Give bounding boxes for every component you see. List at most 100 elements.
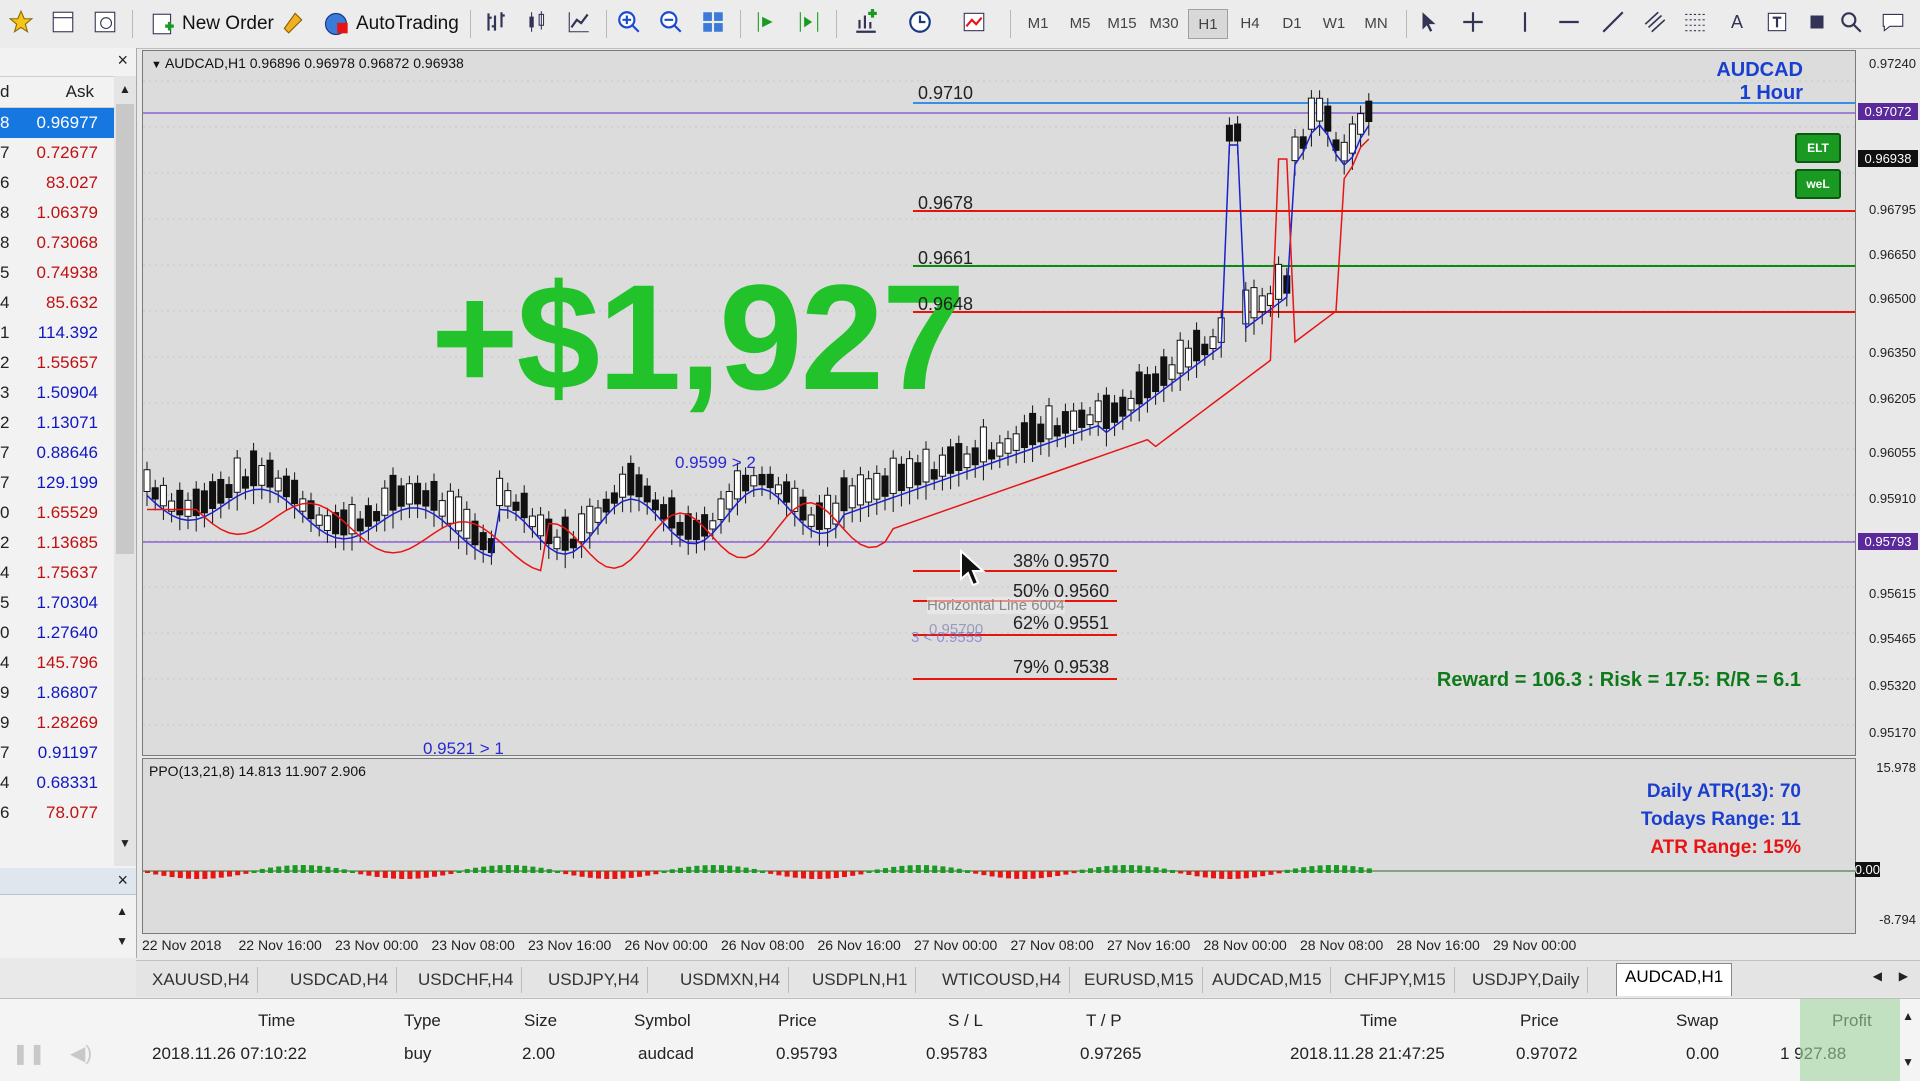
search-icon[interactable] <box>1836 7 1866 37</box>
candle-body <box>1250 287 1258 319</box>
tab-audcad-h1[interactable]: AUDCAD,H1 <box>1616 963 1733 996</box>
timeframe-m1-button[interactable]: M1 <box>1018 9 1058 39</box>
tab-usdjpy-daily[interactable]: USDJPY,Daily <box>1464 967 1589 993</box>
vertical-line-icon[interactable] <box>1510 7 1540 37</box>
tab-usdmxn-h4[interactable]: USDMXN,H4 <box>672 967 790 993</box>
tab-scroll-left-icon[interactable]: ◀ <box>1873 969 1882 983</box>
ppo-histogram-bar <box>514 865 519 873</box>
terminal-col-header[interactable]: Price <box>778 1011 817 1031</box>
ask-value: 0.91197 <box>37 743 98 762</box>
indicator-tick: 0.00 <box>1854 862 1880 877</box>
terminal-col-header[interactable]: Type <box>404 1011 441 1031</box>
tab-chfjpy-m15[interactable]: CHFJPY,M15 <box>1336 967 1455 993</box>
chart-shift-icon[interactable] <box>794 7 824 37</box>
terminal-col-header[interactable]: Time <box>1360 1011 1397 1031</box>
timeframe-m30-button[interactable]: M30 <box>1144 9 1184 39</box>
ask-column-header[interactable]: Ask <box>66 77 94 107</box>
tab-usdchf-h4[interactable]: USDCHF,H4 <box>410 967 523 993</box>
text-icon[interactable]: A <box>1722 7 1752 37</box>
equidistant-channel-icon[interactable] <box>1640 7 1670 37</box>
terminal-col-header[interactable]: Symbol <box>634 1011 691 1031</box>
scroll-up-icon[interactable]: ▲ <box>119 82 131 96</box>
terminal-scroll-down-icon[interactable]: ▼ <box>1902 1055 1914 1069</box>
bid-value: 7 <box>0 743 10 762</box>
ppo-indicator-pane[interactable]: PPO(13,21,8) 14.813 11.907 2.906 Daily A… <box>142 758 1856 934</box>
terminal-col-header[interactable]: Time <box>258 1011 295 1031</box>
terminal-col-header[interactable]: T / P <box>1086 1011 1122 1031</box>
terminal-scroll-up-icon[interactable]: ▲ <box>1902 1009 1914 1023</box>
market-watch-icon[interactable] <box>48 7 78 37</box>
auto-scroll-icon[interactable] <box>752 7 782 37</box>
collapse-icon[interactable]: ▼ <box>151 59 165 71</box>
autotrading-button[interactable]: AutoTrading <box>318 7 463 41</box>
scroll-down-icon[interactable]: ▼ <box>119 836 131 850</box>
tab-usdpln-h1[interactable]: USDPLN,H1 <box>804 967 917 993</box>
terminal-col-header[interactable]: S / L <box>948 1011 983 1031</box>
crosshair-icon[interactable] <box>1458 7 1488 37</box>
timeframe-d1-button[interactable]: D1 <box>1272 9 1312 39</box>
arrows-icon[interactable] <box>1802 7 1832 37</box>
cursor-icon[interactable] <box>1414 7 1444 37</box>
nav-scroll-up-icon[interactable]: ▲ <box>116 904 128 918</box>
meta-editor-icon[interactable] <box>278 7 308 37</box>
date-scale[interactable]: 22 Nov 2018 22 Nov 16:00 23 Nov 00:00 23 No… <box>142 934 1920 956</box>
elt-button[interactable]: ELT <box>1795 133 1841 163</box>
ppo-histogram-bar <box>1227 871 1233 879</box>
bid-column-header[interactable]: d <box>0 77 9 107</box>
ppo-histogram-bar <box>899 865 905 873</box>
new-order-button[interactable]: New Order <box>146 7 278 41</box>
price-chart[interactable]: ▼ AUDCAD,H1 0.96896 0.96978 0.96872 0.96… <box>142 50 1856 756</box>
close-icon[interactable]: × <box>117 50 128 71</box>
data-window-icon[interactable] <box>90 7 120 37</box>
tab-eurusd-m15[interactable]: EURUSD,M15 <box>1076 967 1203 993</box>
timeframe-m15-button[interactable]: M15 <box>1102 9 1142 39</box>
timeframe-m5-button[interactable]: M5 <box>1060 9 1100 39</box>
chat-icon[interactable] <box>1878 7 1908 37</box>
horizontal-line-icon[interactable] <box>1554 7 1584 37</box>
timeframe-h4-button[interactable]: H4 <box>1230 9 1270 39</box>
candle-body <box>405 483 413 505</box>
candle-body <box>1037 423 1045 443</box>
play-icon[interactable]: ❚❚ <box>12 1041 46 1066</box>
zoom-in-icon[interactable] <box>614 7 644 37</box>
ppo-histogram-bar <box>1096 867 1102 873</box>
templates-icon[interactable] <box>954 7 994 37</box>
indicators-icon[interactable] <box>846 7 886 37</box>
candlestick-icon[interactable] <box>522 7 552 37</box>
volume-icon[interactable]: ◀) <box>70 1041 92 1066</box>
trade-cell: 2018.11.28 21:47:25 <box>1290 1044 1445 1063</box>
timeframe-h1-button[interactable]: H1 <box>1188 9 1228 39</box>
terminal-col-header[interactable]: Price <box>1520 1011 1559 1031</box>
line-chart-icon[interactable] <box>564 7 594 37</box>
fibonacci-icon[interactable] <box>1680 7 1710 37</box>
nav-scroll-down-icon[interactable]: ▼ <box>116 934 128 948</box>
wel-button[interactable]: weL <box>1795 169 1841 199</box>
tile-windows-icon[interactable] <box>698 7 728 37</box>
ppo-histogram-bar <box>218 871 224 878</box>
tab-wticousd-h4[interactable]: WTICOUSD,H4 <box>934 967 1070 993</box>
periods-clock-icon[interactable] <box>900 7 940 37</box>
terminal-col-header[interactable]: Swap <box>1676 1011 1719 1031</box>
navigator-close-icon[interactable]: × <box>117 870 128 891</box>
favorites-icon[interactable] <box>6 7 36 37</box>
terminal-col-header[interactable]: Size <box>524 1011 557 1031</box>
tab-audcad-m15[interactable]: AUDCAD,M15 <box>1204 967 1331 993</box>
ppo-histogram-bar <box>809 871 815 879</box>
candle-body <box>807 514 815 527</box>
ppo-histogram-bar <box>669 869 675 873</box>
tab-scroll-right-icon[interactable]: ▶ <box>1899 969 1908 983</box>
candle-body <box>553 536 561 550</box>
text-label-icon[interactable] <box>1762 7 1792 37</box>
price-tick: 0.96650 <box>1869 247 1916 262</box>
market-watch-scrollbar[interactable]: ▲ ▼ <box>114 76 136 866</box>
zoom-out-icon[interactable] <box>656 7 686 37</box>
bar-chart-icon[interactable] <box>480 7 510 37</box>
tab-usdcad-h4[interactable]: USDCAD,H4 <box>282 967 398 993</box>
tab-usdjpy-h4[interactable]: USDJPY,H4 <box>540 967 649 993</box>
candle-body <box>1111 402 1119 423</box>
price-scale[interactable]: 0.97240 0.96795 0.96650 0.96500 0.96350 0.962… <box>1856 50 1920 756</box>
timeframe-w1-button[interactable]: W1 <box>1314 9 1354 39</box>
tab-xauusd-h4[interactable]: XAUUSD,H4 <box>144 967 259 993</box>
trendline-icon[interactable] <box>1598 7 1628 37</box>
timeframe-mn-button[interactable]: MN <box>1356 9 1396 39</box>
